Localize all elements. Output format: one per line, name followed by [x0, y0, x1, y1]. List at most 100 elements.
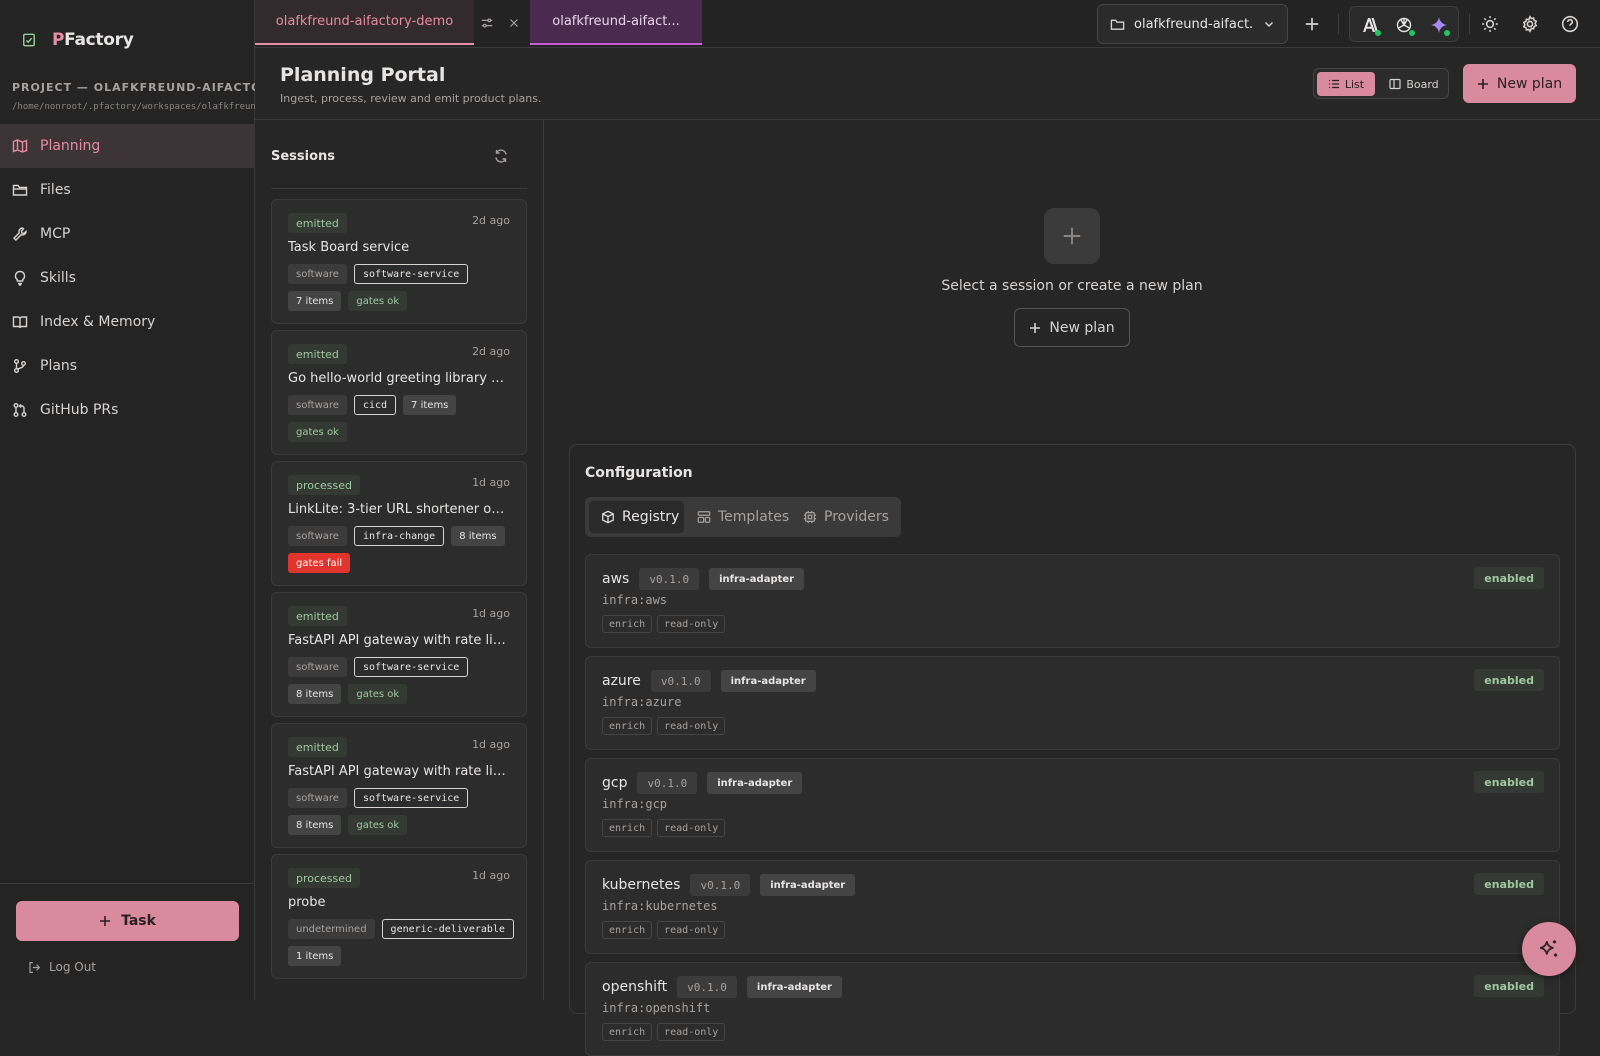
list-icon — [1328, 78, 1340, 90]
provider-header: kubernetes v0.1.0 infra-adapter — [602, 874, 856, 896]
gemini-agent-icon[interactable] — [1429, 15, 1450, 36]
page-title: Planning Portal — [280, 64, 446, 86]
session-card[interactable]: emitted 1d ago FastAPI API gateway with ra… — [271, 592, 527, 717]
kind-badge: infra-adapter — [746, 976, 842, 998]
sessions-divider — [271, 188, 527, 189]
view-list-button[interactable]: List — [1317, 72, 1375, 96]
sidebar-item-index-memory[interactable]: Index & Memory — [0, 300, 255, 344]
tab-registry[interactable]: Registry — [589, 501, 684, 533]
status-badge: emitted — [288, 344, 347, 364]
anthropic-agent-icon[interactable] — [1360, 15, 1381, 36]
tab-workspace-2[interactable]: olafkfreund-aifact... — [530, 0, 702, 45]
project-path: /home/nonroot/.pfactory/workspaces/olafk… — [12, 102, 255, 112]
tag-type: generic-deliverable — [381, 919, 514, 939]
new-plan-button[interactable]: New plan — [1463, 64, 1576, 103]
sidebar-item-label: Plans — [40, 358, 78, 374]
provider-row[interactable]: openshift v0.1.0 infra-adapter enabled infra… — [585, 962, 1560, 1056]
columns-icon — [1389, 78, 1401, 90]
tab-providers[interactable]: Providers — [791, 501, 901, 533]
kind-badge: infra-adapter — [707, 772, 803, 794]
gear-icon[interactable] — [1521, 15, 1539, 33]
empty-state-text: Select a session or create a new plan — [941, 278, 1203, 294]
tag-dom: software — [288, 788, 347, 808]
sidebar-item-mcp[interactable]: MCP — [0, 212, 255, 256]
enabled-badge[interactable]: enabled — [1474, 567, 1544, 589]
brand[interactable]: PFactory — [22, 28, 134, 52]
tab-workspace-1[interactable]: olafkfreund-aifactory-demo — [255, 0, 474, 45]
session-tags: undetermined generic-deliverable 1 items — [288, 919, 520, 966]
ai-assistant-button[interactable] — [1522, 922, 1576, 976]
sun-icon[interactable] — [1481, 15, 1499, 33]
status-dot — [1444, 30, 1450, 36]
session-tags: software infra-change 8 items gates fail — [288, 526, 520, 573]
enabled-badge[interactable]: enabled — [1474, 669, 1544, 691]
enabled-badge[interactable]: enabled — [1474, 975, 1544, 997]
map-icon — [12, 138, 28, 154]
empty-plus-icon — [1044, 208, 1100, 264]
session-card[interactable]: processed 1d ago LinkLite: 3-tier URL shor… — [271, 461, 527, 586]
sidebar-item-github-prs[interactable]: GitHub PRs — [0, 388, 255, 432]
provider-name: gcp — [602, 775, 628, 791]
provider-row[interactable]: kubernetes v0.1.0 infra-adapter enabled infr… — [585, 860, 1560, 954]
session-title: LinkLite: 3-tier URL shortener on Kubern… — [288, 502, 512, 517]
session-tags: software software-service 7 items gates ok — [288, 264, 520, 311]
provider-name: kubernetes — [602, 877, 681, 893]
capability-tag: read-only — [657, 1023, 726, 1041]
status-badge: emitted — [288, 606, 347, 626]
sidebar-item-planning[interactable]: Planning — [0, 124, 255, 168]
provider-row[interactable]: gcp v0.1.0 infra-adapter enabled infra:gcp en… — [585, 758, 1560, 852]
tag-dom: software — [288, 657, 347, 677]
empty-new-plan-button[interactable]: New plan — [1014, 308, 1130, 347]
divider — [1469, 14, 1470, 34]
close-tab-icon[interactable] — [507, 16, 521, 30]
tab-templates[interactable]: Templates — [685, 501, 801, 533]
session-card[interactable]: emitted 1d ago FastAPI API gateway with ra… — [271, 723, 527, 848]
openai-agent-icon[interactable] — [1394, 15, 1415, 36]
session-time: 2d ago — [472, 214, 510, 227]
status-badge: processed — [288, 868, 361, 888]
tag-dom: undetermined — [288, 919, 375, 939]
session-tags: software cicd 7 items gates ok — [288, 395, 520, 442]
kind-badge: infra-adapter — [760, 874, 856, 896]
git-pull-request-icon — [12, 402, 28, 418]
workspace-select[interactable]: olafkfreund-aifact... — [1097, 4, 1288, 44]
status-dot — [1409, 30, 1415, 36]
folder-icon — [12, 182, 28, 198]
session-title: FastAPI API gateway with rate limiting — [288, 764, 512, 779]
add-tab-icon[interactable] — [1303, 15, 1321, 33]
sidebar-item-label: Index & Memory — [40, 314, 156, 330]
tag-dom: software — [288, 395, 347, 415]
help-icon[interactable] — [1561, 15, 1579, 33]
sidebar-item-label: Files — [40, 182, 71, 198]
plus-icon — [1029, 322, 1041, 334]
plus-icon — [1477, 78, 1489, 90]
session-card[interactable]: emitted 2d ago Go hello-world greeting lib… — [271, 330, 527, 455]
lightbulb-icon — [12, 270, 28, 286]
session-card[interactable]: processed 1d ago probe undetermined generic-… — [271, 854, 527, 979]
sidebar-item-label: Planning — [40, 138, 101, 154]
version-badge: v0.1.0 — [650, 670, 711, 692]
capability-tag: enrich — [602, 1023, 653, 1041]
git-branch-icon — [12, 358, 28, 374]
provider-row[interactable]: aws v0.1.0 infra-adapter enabled infra:aws en… — [585, 554, 1560, 648]
enabled-badge[interactable]: enabled — [1474, 873, 1544, 895]
tab-settings-icon[interactable] — [480, 16, 494, 30]
session-card[interactable]: emitted 2d ago Task Board service software s… — [271, 199, 527, 324]
sidebar-item-plans[interactable]: Plans — [0, 344, 255, 388]
provider-header: gcp v0.1.0 infra-adapter — [602, 772, 803, 794]
tag-type: cicd — [353, 395, 397, 415]
sidebar: PFactory PROJECT — OLAFKFREUND-AIFACTORY… — [0, 0, 255, 1000]
refresh-icon[interactable] — [493, 148, 509, 164]
new-task-button[interactable]: Task — [16, 901, 239, 941]
sidebar-item-files[interactable]: Files — [0, 168, 255, 212]
tag-type: infra-change — [353, 526, 445, 546]
configuration-title: Configuration — [585, 465, 693, 481]
capability-tag: read-only — [657, 717, 726, 735]
enabled-badge[interactable]: enabled — [1474, 771, 1544, 793]
sidebar-item-label: Skills — [40, 270, 76, 286]
provider-row[interactable]: azure v0.1.0 infra-adapter enabled infra:azu… — [585, 656, 1560, 750]
page-subtitle: Ingest, process, review and emit product… — [280, 92, 542, 105]
logout-button[interactable]: Log Out — [28, 960, 96, 974]
view-board-button[interactable]: Board — [1384, 72, 1444, 96]
sidebar-item-skills[interactable]: Skills — [0, 256, 255, 300]
